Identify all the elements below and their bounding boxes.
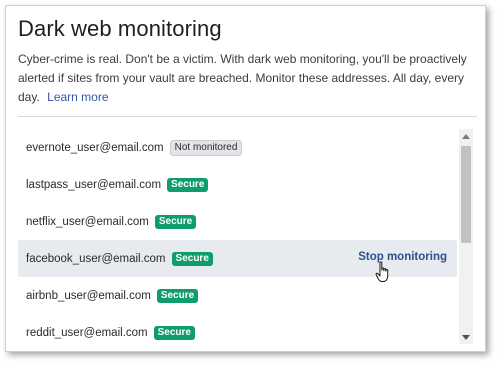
- list-item[interactable]: lastpass_user@email.com Secure: [18, 166, 457, 203]
- dark-web-monitoring-panel: Dark web monitoring Cyber-crime is real.…: [5, 5, 486, 352]
- learn-more-link[interactable]: Learn more: [47, 90, 108, 104]
- email-address: netflix_user@email.com: [26, 215, 149, 228]
- scroll-down-arrow-icon[interactable]: [459, 330, 473, 344]
- email-address: facebook_user@email.com: [26, 252, 166, 265]
- status-badge: Secure: [167, 177, 209, 192]
- divider: [18, 116, 477, 117]
- list-item-hovered[interactable]: facebook_user@email.com Secure Stop moni…: [18, 240, 457, 277]
- stop-monitoring-button[interactable]: Stop monitoring: [358, 251, 447, 263]
- description: Cyber-crime is real. Don't be a victim. …: [18, 50, 468, 107]
- list-item[interactable]: netflix_user@email.com Secure: [18, 203, 457, 240]
- scrollbar-thumb[interactable]: [461, 146, 471, 243]
- hand-pointer-icon: [375, 261, 389, 282]
- status-badge: Not monitored: [169, 139, 243, 156]
- status-badge: Secure: [171, 251, 213, 266]
- scroll-up-arrow-icon[interactable]: [459, 129, 473, 143]
- email-list: evernote_user@email.com Not monitored la…: [18, 129, 457, 351]
- status-badge: Secure: [156, 288, 199, 303]
- email-address: reddit_user@email.com: [26, 326, 148, 339]
- status-badge: Secure: [153, 325, 195, 340]
- email-address: evernote_user@email.com: [26, 141, 164, 154]
- list-item[interactable]: evernote_user@email.com Not monitored: [18, 129, 457, 166]
- email-address: lastpass_user@email.com: [26, 178, 162, 191]
- email-address: airbnb_user@email.com: [26, 289, 151, 302]
- list-item[interactable]: reddit_user@email.com Secure: [18, 314, 457, 351]
- list-scrollbar[interactable]: [459, 129, 473, 344]
- page-title: Dark web monitoring: [18, 16, 222, 41]
- list-item[interactable]: airbnb_user@email.com Secure: [18, 277, 457, 314]
- status-badge: Secure: [154, 214, 197, 229]
